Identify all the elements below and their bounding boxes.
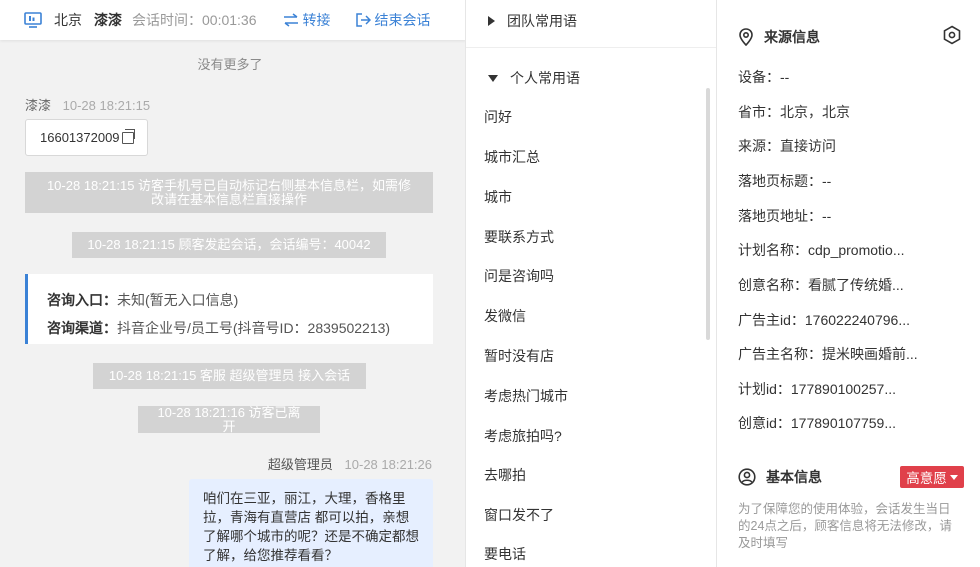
edit-deadline-notice: 为了保障您的使用体验，会话发生当日的24点之后，顾客信息将无法修改，请及时填写 (738, 502, 952, 550)
phrase-item[interactable]: 暂时没有店 (484, 346, 554, 366)
visitor-message-name: 漆漆 (25, 98, 52, 113)
consult-info-card: 咨询入口：未知(暂无入口信息) 咨询渠道：抖音企业号/员工号(抖音号ID：283… (25, 274, 433, 344)
system-message-phone-marked-line2: 改请在基本信息栏直接操作 (150, 191, 307, 207)
phrase-item[interactable]: 考虑热门城市 (484, 386, 568, 406)
end-session-button[interactable]: 结束会话 (355, 10, 431, 30)
visitor-message-bubble: 16601372009 (25, 119, 148, 156)
info-plan-name: 计划名称：cdp_promotio... (738, 242, 905, 258)
agent-message-line: 咱们在三亚，丽江，大理，香格里 (203, 491, 406, 506)
agent-message-line: 拉，青海有直营店 都可以拍，亲想 (203, 510, 410, 525)
info-source: 来源：直接访问 (738, 138, 836, 154)
phrase-item[interactable]: 问是咨询吗 (484, 266, 554, 286)
info-creative-id: 创意id：177890107759... (738, 415, 896, 431)
info-landing-url: 落地页地址：-- (738, 208, 832, 224)
chat-panel: 北京 漆漆 会话时间： 00:01:36 转接 结束会话 没有更多了 漆漆 10… (0, 0, 466, 567)
intent-level-label: 高意愿 (906, 471, 947, 486)
team-phrases-label: 团队常用语 (507, 13, 577, 29)
info-plan-id: 计划id：177890100257... (738, 381, 896, 397)
consult-entry-row: 咨询入口：未知(暂无入口信息) (47, 286, 433, 314)
end-session-label: 结束会话 (374, 12, 431, 28)
copy-icon[interactable] (121, 128, 135, 144)
team-phrases-group[interactable]: 团队常用语 (488, 11, 577, 31)
transfer-label: 转接 (302, 12, 331, 28)
location-pin-icon (739, 28, 753, 46)
system-message-phone-marked: 10-28 18:21:15 访客手机号已自动标记右侧基本信息栏，如需修 改请在… (25, 172, 433, 213)
info-province-city: 省市：北京，北京 (738, 104, 850, 120)
eye-settings-icon[interactable] (942, 25, 962, 45)
system-message-visitor-left: 10-28 18:21:16 访客已离开 (138, 405, 320, 433)
personal-phrases-group[interactable]: 个人常用语 (488, 68, 580, 88)
phrase-item[interactable]: 要联系方式 (484, 227, 554, 247)
phrase-item[interactable]: 去哪拍 (484, 465, 526, 485)
visitor-info-panel: 来源信息 设备：-- 省市：北京，北京 来源：直接访问 落地页标题：-- 落地页… (718, 0, 980, 567)
system-message-phone-marked-line1: 10-28 18:21:15 访客手机号已自动标记右侧基本信息栏，如需修 (46, 177, 412, 193)
duration-value: 00:01:36 (202, 12, 257, 28)
caret-down-icon (949, 474, 958, 480)
system-message-agent-joined: 10-28 18:21:15 客服 超级管理员 接入会话 (93, 363, 366, 389)
visitor-message-text: 16601372009 (40, 130, 120, 145)
visitor-message-meta: 漆漆 10-28 18:21:15 (25, 95, 150, 114)
phrase-item[interactable]: 窗口发不了 (484, 505, 554, 525)
info-advertiser-name: 广告主名称：提米映画婚前... (738, 346, 918, 362)
visitor-city: 北京 (54, 12, 82, 28)
agent-message-time: 10-28 18:21:26 (344, 457, 432, 472)
personal-phrases-label: 个人常用语 (510, 70, 580, 86)
exit-icon (355, 13, 371, 27)
duration-label: 会话时间： (132, 12, 202, 28)
consult-entry-key: 咨询入口： (47, 292, 117, 308)
user-icon (738, 468, 756, 486)
agent-message-line: 了解哪个城市的呢？还是不确定都想 (203, 529, 419, 544)
phrase-item[interactable]: 要电话 (484, 544, 526, 564)
phrases-scrollbar[interactable] (706, 88, 710, 340)
phrase-item[interactable]: 考虑旅拍吗? (484, 426, 562, 446)
basic-info-header: 基本信息 (738, 467, 822, 487)
chat-header: 北京 漆漆 会话时间： 00:01:36 转接 结束会话 (0, 0, 465, 40)
source-info-title: 来源信息 (764, 29, 820, 45)
source-info-header: 来源信息 (738, 27, 820, 47)
transfer-icon (283, 13, 298, 27)
no-more-messages: 没有更多了 (197, 57, 263, 72)
info-landing-title: 落地页标题：-- (738, 173, 832, 189)
visitor-message-time: 10-28 18:21:15 (62, 98, 151, 113)
divider (466, 47, 716, 48)
agent-message-meta: 超级管理员 10-28 18:21:26 (268, 454, 432, 473)
agent-message-name: 超级管理员 (267, 457, 333, 472)
info-advertiser-id: 广告主id：176022240796... (738, 312, 910, 328)
caret-right-icon (488, 16, 495, 26)
info-creative-name: 创意名称：看腻了传统婚... (738, 277, 904, 293)
monitor-icon (24, 12, 42, 28)
quick-phrases-panel: 团队常用语 个人常用语 问好 城市汇总 城市 要联系方式 问是咨询吗 发微信 暂… (466, 0, 717, 567)
info-device: 设备：-- (738, 69, 790, 85)
consult-channel-value: 抖音企业号/员工号(抖音号ID：2839502213) (117, 320, 391, 336)
visitor-name: 漆漆 (94, 12, 122, 28)
transfer-button[interactable]: 转接 (283, 10, 331, 30)
basic-info-title: 基本信息 (766, 469, 822, 485)
phrase-item[interactable]: 城市 (484, 187, 512, 207)
phrase-item[interactable]: 问好 (484, 107, 512, 127)
consult-channel-key: 咨询渠道： (47, 320, 117, 336)
consult-channel-row: 咨询渠道：抖音企业号/员工号(抖音号ID：2839502213) (47, 314, 433, 342)
agent-message-bubble: 咱们在三亚，丽江，大理，香格里 拉，青海有直营店 都可以拍，亲想 了解哪个城市的… (189, 479, 433, 567)
system-message-session-start: 10-28 18:21:15 顾客发起会话，会话编号：40042 (72, 232, 386, 258)
phrase-item[interactable]: 城市汇总 (484, 147, 540, 167)
consult-entry-value: 未知(暂无入口信息) (117, 292, 239, 308)
caret-down-icon (488, 74, 498, 82)
phrase-item[interactable]: 发微信 (484, 306, 526, 326)
agent-message-line: 了解，给您推荐看看？ (203, 548, 338, 563)
intent-level-dropdown[interactable]: 高意愿 (900, 466, 964, 488)
